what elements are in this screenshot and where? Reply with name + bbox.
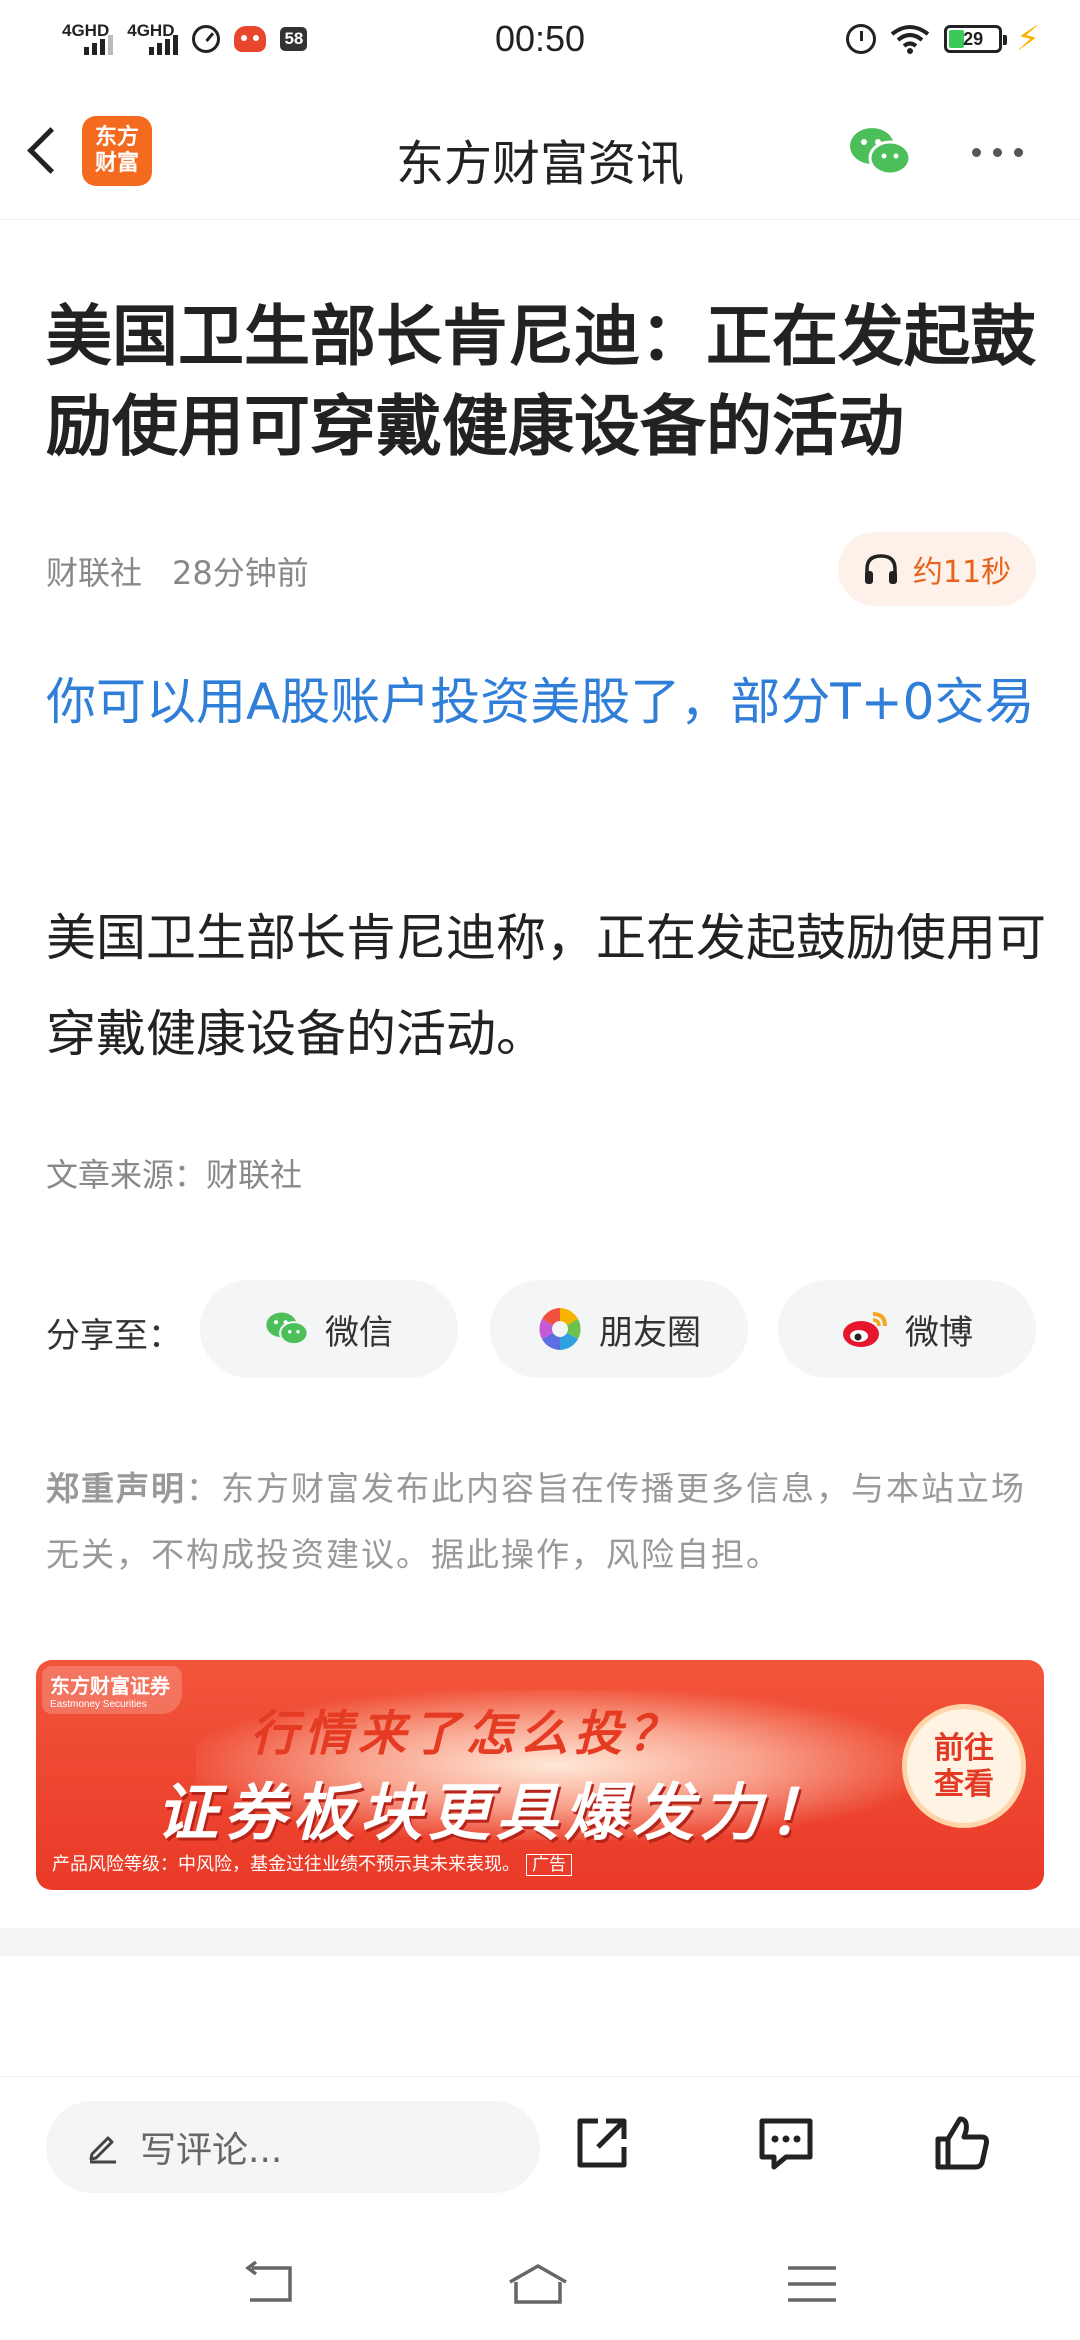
share-weibo-button[interactable]: 微博 bbox=[778, 1280, 1036, 1378]
ad-banner[interactable]: 东方财富证券 Eastmoney Securities 行情来了怎么投？ 证券板… bbox=[36, 1660, 1044, 1890]
status-bar: 4GHD 4GHD 58 00:50 29 ⚡ bbox=[0, 0, 1080, 84]
page-title: 东方财富资讯 bbox=[395, 136, 684, 192]
app-header: 东方 财富 东方财富资讯 bbox=[0, 84, 1080, 220]
bottom-action-bar: 写评论... bbox=[0, 2076, 1080, 2216]
system-home-icon[interactable] bbox=[506, 2260, 570, 2308]
ad-headline: 行情来了怎么投？ bbox=[249, 1706, 682, 1762]
article-source-line: 文章来源：财联社 bbox=[46, 1156, 303, 1194]
ad-tag: 广告 bbox=[526, 1854, 572, 1876]
ad-cta-line1: 前往 bbox=[934, 1731, 994, 1766]
audio-duration: 约11秒 bbox=[912, 555, 1012, 590]
charging-icon: ⚡ bbox=[1016, 19, 1040, 59]
headphone-icon bbox=[864, 554, 897, 584]
ad-cta-line2: 查看 bbox=[934, 1767, 994, 1802]
wifi-icon bbox=[890, 25, 930, 54]
moments-icon bbox=[539, 1308, 581, 1350]
article-time: 28分钟前 bbox=[172, 554, 309, 592]
article-title: 美国卫生部长肯尼迪：正在发起鼓励使用可穿戴健康设备的活动 bbox=[46, 298, 1036, 465]
disclaimer: 郑重声明：东方财富发布此内容旨在传播更多信息，与本站立场无关，不构成投资建议。据… bbox=[46, 1456, 1036, 1588]
wechat-icon bbox=[266, 1312, 309, 1346]
ad-cta-button[interactable]: 前往 查看 bbox=[902, 1704, 1026, 1828]
wechat-share-icon[interactable] bbox=[848, 124, 912, 180]
pencil-icon bbox=[89, 2136, 116, 2164]
comment-placeholder: 写评论... bbox=[140, 2130, 283, 2171]
section-divider bbox=[0, 1928, 1080, 1956]
share-label: 分享至： bbox=[46, 1316, 182, 1356]
status-right: 29 ⚡ bbox=[846, 22, 1040, 56]
system-back-icon[interactable] bbox=[238, 2260, 302, 2308]
comments-icon[interactable] bbox=[756, 2113, 816, 2173]
listen-audio-button[interactable]: 约11秒 bbox=[838, 532, 1036, 606]
article-source: 财联社 bbox=[46, 554, 143, 592]
share-moments-label: 朋友圈 bbox=[599, 1312, 701, 1353]
alarm-icon bbox=[846, 24, 877, 54]
share-weibo-label: 微博 bbox=[905, 1312, 973, 1353]
disclaimer-text: ：东方财富发布此内容旨在传播更多信息，与本站立场无关，不构成投资建议。据此操作，… bbox=[46, 1469, 1026, 1574]
article-meta: 财联社 28分钟前 bbox=[46, 548, 309, 594]
weibo-icon bbox=[843, 1312, 887, 1347]
battery-icon: 29 bbox=[944, 25, 1008, 53]
disclaimer-title: 郑重声明 bbox=[46, 1469, 186, 1508]
share-moments-button[interactable]: 朋友圈 bbox=[490, 1280, 748, 1378]
share-wechat-button[interactable]: 微信 bbox=[200, 1280, 458, 1378]
share-icon[interactable] bbox=[572, 2113, 632, 2173]
battery-level: 29 bbox=[963, 28, 984, 49]
more-options-button[interactable] bbox=[972, 140, 1032, 164]
system-menu-icon[interactable] bbox=[780, 2260, 844, 2308]
share-wechat-label: 微信 bbox=[325, 1312, 393, 1353]
ad-risk-notice: 产品风险等级：中风险，基金过往业绩不预示其未来表现。 广告 bbox=[52, 1850, 572, 1876]
article-body: 美国卫生部长肯尼迪称，正在发起鼓励使用可穿戴健康设备的活动。 bbox=[46, 909, 1046, 1063]
ad-slogan: 证券板块更具爆发力！ bbox=[156, 1776, 837, 1849]
comment-input[interactable]: 写评论... bbox=[46, 2101, 540, 2193]
ad-risk-text: 产品风险等级：中风险，基金过往业绩不预示其未来表现。 bbox=[52, 1854, 520, 1875]
promo-link[interactable]: 你可以用A股账户投资美股了，部分T+0交易 bbox=[46, 654, 1046, 750]
system-navigation-bar bbox=[0, 2216, 1080, 2340]
thumbs-up-icon[interactable] bbox=[932, 2113, 992, 2173]
